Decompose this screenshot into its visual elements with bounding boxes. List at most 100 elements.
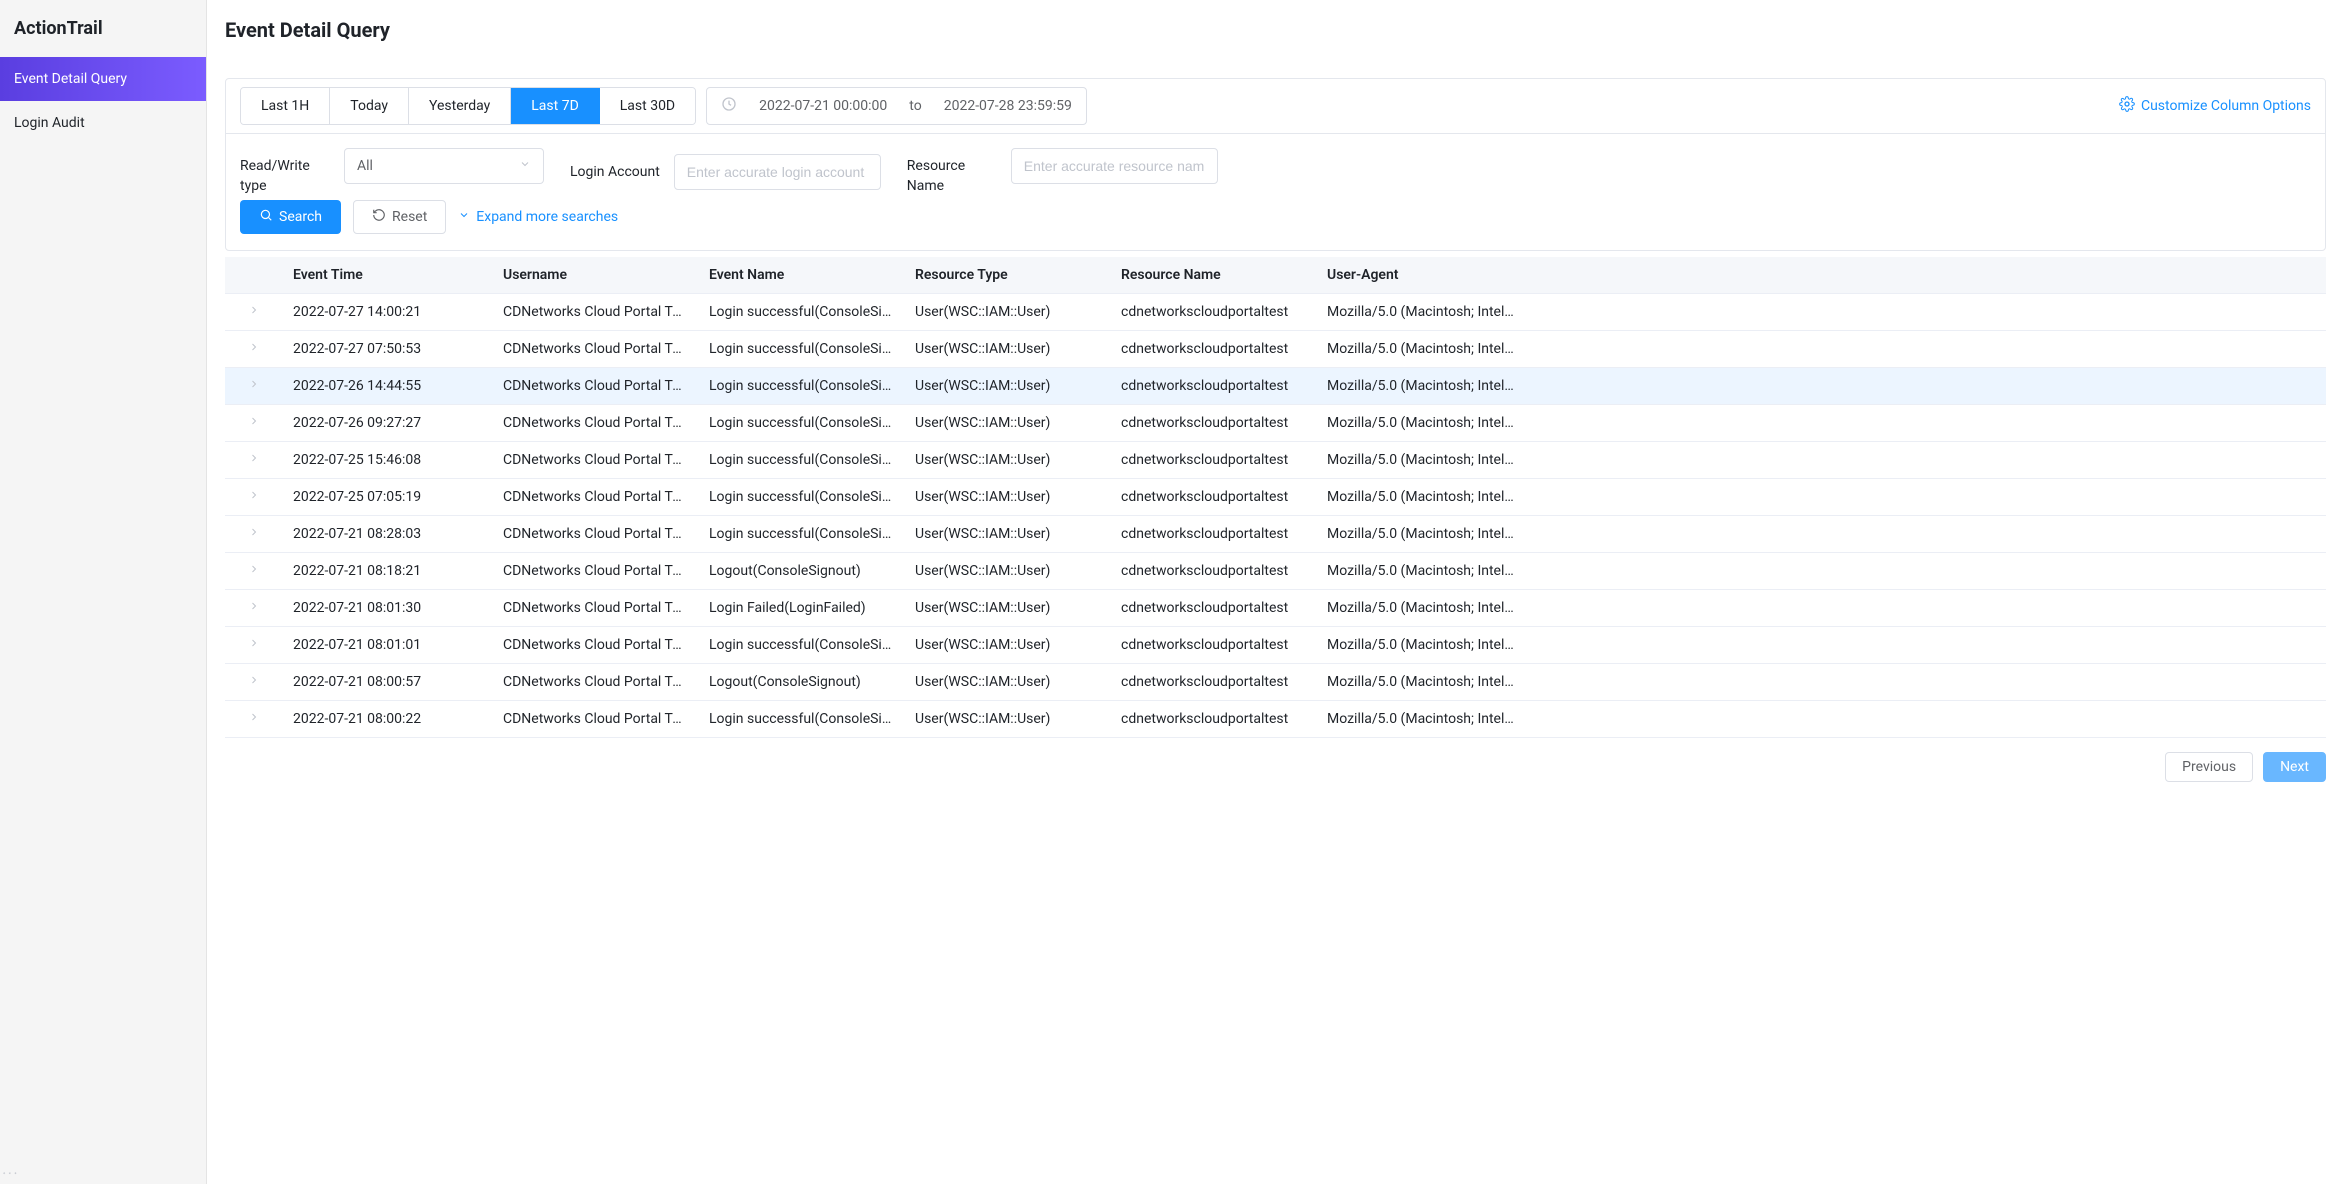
cell-resource-type: User(WSC::IAM::User) [905,664,1111,701]
main: Event Detail Query Last 1HTodayYesterday… [207,0,2344,1184]
next-button[interactable]: Next [2263,752,2326,782]
cell-resource-name: cdnetworkscloudportaltest [1111,405,1317,442]
cell-username: CDNetworks Cloud Portal Tes… [493,627,699,664]
cell-user-agent: Mozilla/5.0 (Macintosh; Intel… [1317,553,2326,590]
cell-username: CDNetworks Cloud Portal Tes… [493,479,699,516]
range-tab-last-1h[interactable]: Last 1H [241,88,330,124]
cell-username: CDNetworks Cloud Portal Tes… [493,368,699,405]
cell-event-time: 2022-07-21 08:00:22 [283,701,493,738]
field-label-login-account: Login Account [570,154,660,182]
cell-event-name: Login successful(ConsoleSig… [699,368,905,405]
row-expand-toggle[interactable] [225,553,283,590]
time-range-tabs: Last 1HTodayYesterdayLast 7DLast 30D [240,87,696,125]
table-header-resource-name[interactable]: Resource Name [1111,257,1317,294]
cell-event-time: 2022-07-27 14:00:21 [283,294,493,331]
row-expand-toggle[interactable] [225,701,283,738]
search-button[interactable]: Search [240,200,341,234]
expand-more-searches-link[interactable]: Expand more searches [458,209,618,225]
cell-user-agent: Mozilla/5.0 (Macintosh; Intel… [1317,442,2326,479]
row-expand-toggle[interactable] [225,405,283,442]
query-fields: Read/Write type All Login Account [226,134,2325,196]
table-header-username[interactable]: Username [493,257,699,294]
cell-username: CDNetworks Cloud Portal Tes… [493,294,699,331]
cell-event-name: Login successful(ConsoleSig… [699,516,905,553]
expand-more-label: Expand more searches [476,209,618,225]
sidebar-item-login-audit[interactable]: Login Audit [0,101,206,145]
cell-event-name: Login successful(ConsoleSig… [699,479,905,516]
cell-event-name: Logout(ConsoleSignout) [699,553,905,590]
cell-resource-name: cdnetworkscloudportaltest [1111,331,1317,368]
cell-event-name: Logout(ConsoleSignout) [699,664,905,701]
chevron-right-icon [248,600,260,616]
cell-event-time: 2022-07-21 08:28:03 [283,516,493,553]
table-row[interactable]: 2022-07-21 08:01:01CDNetworks Cloud Port… [225,627,2326,664]
sidebar-item-event-detail-query[interactable]: Event Detail Query [0,57,206,101]
resource-name-input[interactable] [1024,158,1205,174]
table-row[interactable]: 2022-07-27 07:50:53CDNetworks Cloud Port… [225,331,2326,368]
row-expand-toggle[interactable] [225,627,283,664]
table-header-row: Event Time Username Event Name Resource … [225,257,2326,294]
row-expand-toggle[interactable] [225,664,283,701]
cell-resource-name: cdnetworkscloudportaltest [1111,664,1317,701]
date-separator: to [909,98,921,114]
row-expand-toggle[interactable] [225,331,283,368]
table-row[interactable]: 2022-07-26 09:27:27CDNetworks Cloud Port… [225,405,2326,442]
chevron-down-icon [519,158,531,174]
cell-resource-type: User(WSC::IAM::User) [905,701,1111,738]
cell-resource-type: User(WSC::IAM::User) [905,627,1111,664]
chevron-right-icon [248,415,260,431]
cell-event-name: Login successful(ConsoleSig… [699,627,905,664]
reset-icon [372,208,386,226]
cell-event-time: 2022-07-27 07:50:53 [283,331,493,368]
cell-event-name: Login Failed(LoginFailed) [699,590,905,627]
customize-columns-label: Customize Column Options [2141,98,2311,114]
login-account-input[interactable] [687,164,868,180]
table-row[interactable]: 2022-07-26 14:44:55CDNetworks Cloud Port… [225,368,2326,405]
row-expand-toggle[interactable] [225,442,283,479]
row-expand-toggle[interactable] [225,368,283,405]
range-tab-today[interactable]: Today [330,88,409,124]
cell-event-time: 2022-07-21 08:18:21 [283,553,493,590]
cell-resource-type: User(WSC::IAM::User) [905,590,1111,627]
table-row[interactable]: 2022-07-21 08:00:22CDNetworks Cloud Port… [225,701,2326,738]
table-row[interactable]: 2022-07-21 08:00:57CDNetworks Cloud Port… [225,664,2326,701]
cell-event-name: Login successful(ConsoleSig… [699,405,905,442]
customize-columns-link[interactable]: Customize Column Options [2119,96,2311,116]
cell-event-name: Login successful(ConsoleSig… [699,331,905,368]
table-header-resource-type[interactable]: Resource Type [905,257,1111,294]
row-expand-toggle[interactable] [225,294,283,331]
cell-resource-type: User(WSC::IAM::User) [905,516,1111,553]
range-tab-last-7d[interactable]: Last 7D [511,88,600,124]
chevron-right-icon [248,452,260,468]
cell-event-time: 2022-07-26 14:44:55 [283,368,493,405]
table-row[interactable]: 2022-07-25 15:46:08CDNetworks Cloud Port… [225,442,2326,479]
chevron-right-icon [248,563,260,579]
reset-button[interactable]: Reset [353,200,446,234]
field-login-account: Login Account [570,154,881,190]
table-header-event-name[interactable]: Event Name [699,257,905,294]
table-row[interactable]: 2022-07-21 08:28:03CDNetworks Cloud Port… [225,516,2326,553]
table-header-user-agent[interactable]: User-Agent [1317,257,2326,294]
cell-event-time: 2022-07-21 08:00:57 [283,664,493,701]
cell-resource-type: User(WSC::IAM::User) [905,368,1111,405]
previous-button[interactable]: Previous [2165,752,2253,782]
table-row[interactable]: 2022-07-21 08:18:21CDNetworks Cloud Port… [225,553,2326,590]
range-tab-yesterday[interactable]: Yesterday [409,88,511,124]
table-row[interactable]: 2022-07-27 14:00:21CDNetworks Cloud Port… [225,294,2326,331]
table-row[interactable]: 2022-07-21 08:01:30CDNetworks Cloud Port… [225,590,2326,627]
chevron-down-icon [458,209,470,225]
chevron-right-icon [248,489,260,505]
row-expand-toggle[interactable] [225,479,283,516]
cell-resource-name: cdnetworkscloudportaltest [1111,590,1317,627]
read-write-value: All [357,158,373,174]
range-tab-last-30d[interactable]: Last 30D [600,88,695,124]
cell-event-name: Login successful(ConsoleSig… [699,294,905,331]
row-expand-toggle[interactable] [225,516,283,553]
row-expand-toggle[interactable] [225,590,283,627]
date-range-picker[interactable]: 2022-07-21 00:00:00 to 2022-07-28 23:59:… [706,87,1087,125]
table-row[interactable]: 2022-07-25 07:05:19CDNetworks Cloud Port… [225,479,2326,516]
chevron-right-icon [248,674,260,690]
field-read-write: Read/Write type All [240,148,544,196]
read-write-select[interactable]: All [344,148,544,184]
table-header-event-time[interactable]: Event Time [283,257,493,294]
